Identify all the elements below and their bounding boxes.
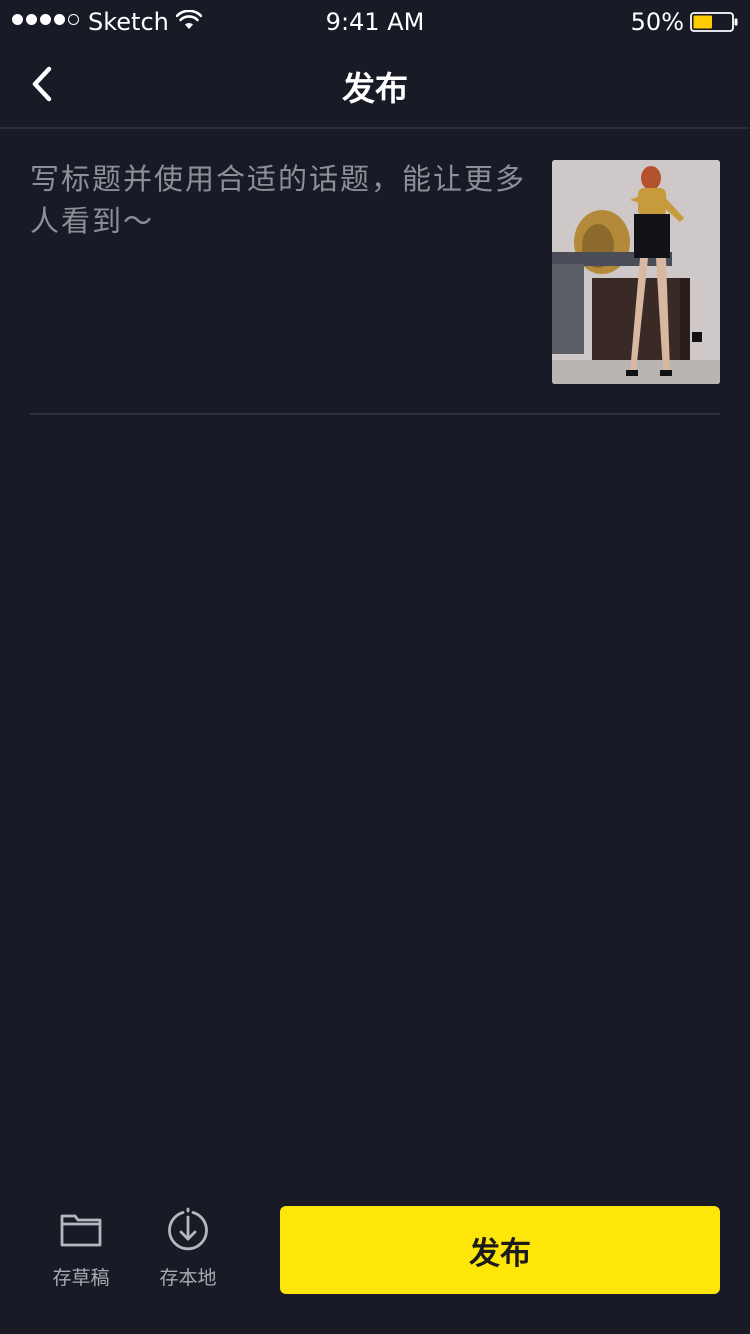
photo-thumbnail[interactable] [552,160,720,384]
publish-screen: Sketch 9:41 AM 50% 发布 写标题并使用合适的话题，能让更多人看… [0,0,750,1334]
battery-percent: 50% [630,8,684,36]
thumbnail-image [552,160,720,384]
caption-input[interactable] [30,158,530,398]
download-icon [168,1207,208,1251]
save-local-button[interactable]: 存本地 [148,1207,228,1297]
battery-icon [690,12,738,32]
nav-bar: 发布 [0,44,750,129]
compose-area [30,130,720,415]
folder-icon [60,1214,102,1247]
publish-button[interactable]: 发布 [280,1206,720,1294]
save-draft-label: 存草稿 [52,1267,110,1289]
page-title: 发布 [342,69,408,108]
status-bar: Sketch 9:41 AM 50% [0,0,750,44]
save-local-label: 存本地 [159,1267,217,1289]
save-draft-button[interactable]: 存草稿 [41,1207,121,1297]
